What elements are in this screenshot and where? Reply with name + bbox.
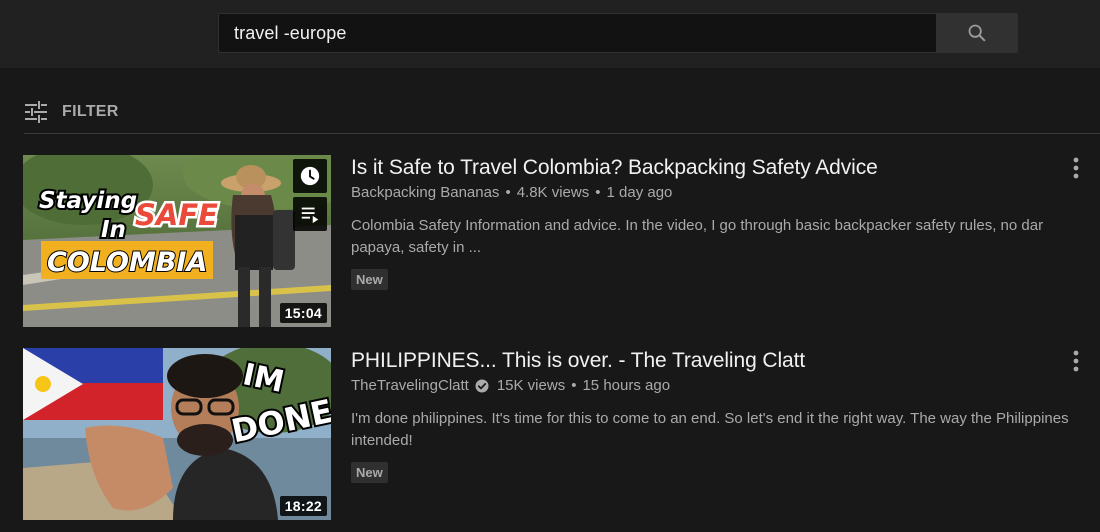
thumbnail-text: SAFE	[135, 198, 218, 232]
search-input[interactable]: travel -europe	[218, 13, 937, 53]
clock-icon	[300, 166, 320, 186]
watch-later-button[interactable]	[293, 159, 327, 193]
channel-name[interactable]: TheTravelingClatt	[351, 376, 469, 396]
more-vertical-icon	[1073, 157, 1079, 179]
video-title[interactable]: PHILIPPINES... This is over. - The Trave…	[351, 348, 1100, 374]
video-info: PHILIPPINES... This is over. - The Trave…	[351, 348, 1100, 483]
duration-badge: 15:04	[279, 303, 327, 323]
video-description: I'm done philippines. It's time for this…	[351, 410, 1069, 449]
video-result[interactable]: IM DONE 18:22 PHILIPPINES... This is ove…	[23, 348, 1100, 520]
thumbnail-text: In	[101, 217, 126, 243]
more-actions-button[interactable]	[1066, 348, 1086, 374]
thumbnail-text: Staying	[39, 188, 137, 214]
meta-separator: •	[571, 377, 577, 394]
divider	[24, 133, 1100, 134]
video-info: Is it Safe to Travel Colombia? Backpacki…	[351, 155, 1100, 290]
video-meta: TheTravelingClatt 15K views • 15 hours a…	[351, 376, 1100, 396]
video-result[interactable]: Staying In SAFE COLOMBIA 15:04 Is it Saf…	[23, 155, 1100, 327]
upload-age: 1 day ago	[606, 184, 673, 201]
search-icon	[968, 24, 986, 42]
video-title[interactable]: Is it Safe to Travel Colombia? Backpacki…	[351, 155, 1100, 181]
masthead: travel -europe	[0, 0, 1100, 68]
add-to-queue-button[interactable]	[293, 197, 327, 231]
verified-check-icon	[475, 379, 489, 393]
view-count: 4.8K views	[516, 184, 590, 201]
queue-icon	[301, 207, 319, 224]
upload-age: 15 hours ago	[582, 377, 671, 394]
search-query-text[interactable]: travel -europe	[234, 23, 346, 44]
more-actions-button[interactable]	[1066, 155, 1086, 181]
video-thumbnail[interactable]: IM DONE 18:22	[23, 348, 331, 520]
new-badge: New	[351, 269, 388, 290]
thumbnail-image: IM DONE	[23, 348, 331, 520]
filter-label[interactable]: FILTER	[62, 103, 119, 121]
channel-name[interactable]: Backpacking Bananas	[351, 183, 499, 203]
thumbnail-text: COLOMBIA	[47, 247, 207, 278]
thumbnail-image: Staying In SAFE COLOMBIA	[23, 155, 331, 327]
search-button[interactable]	[936, 13, 1018, 53]
meta-separator: •	[505, 184, 511, 201]
filter-sliders-icon	[25, 101, 47, 123]
new-badge: New	[351, 462, 388, 483]
video-description: Colombia Safety Information and advice. …	[351, 217, 1044, 256]
meta-separator: •	[595, 184, 601, 201]
duration-badge: 18:22	[279, 496, 327, 516]
more-vertical-icon	[1073, 350, 1079, 372]
video-thumbnail[interactable]: Staying In SAFE COLOMBIA 15:04	[23, 155, 331, 327]
video-meta: Backpacking Bananas • 4.8K views • 1 day…	[351, 183, 1100, 203]
view-count: 15K views	[496, 377, 566, 394]
filter-button[interactable]: FILTER	[24, 92, 119, 132]
